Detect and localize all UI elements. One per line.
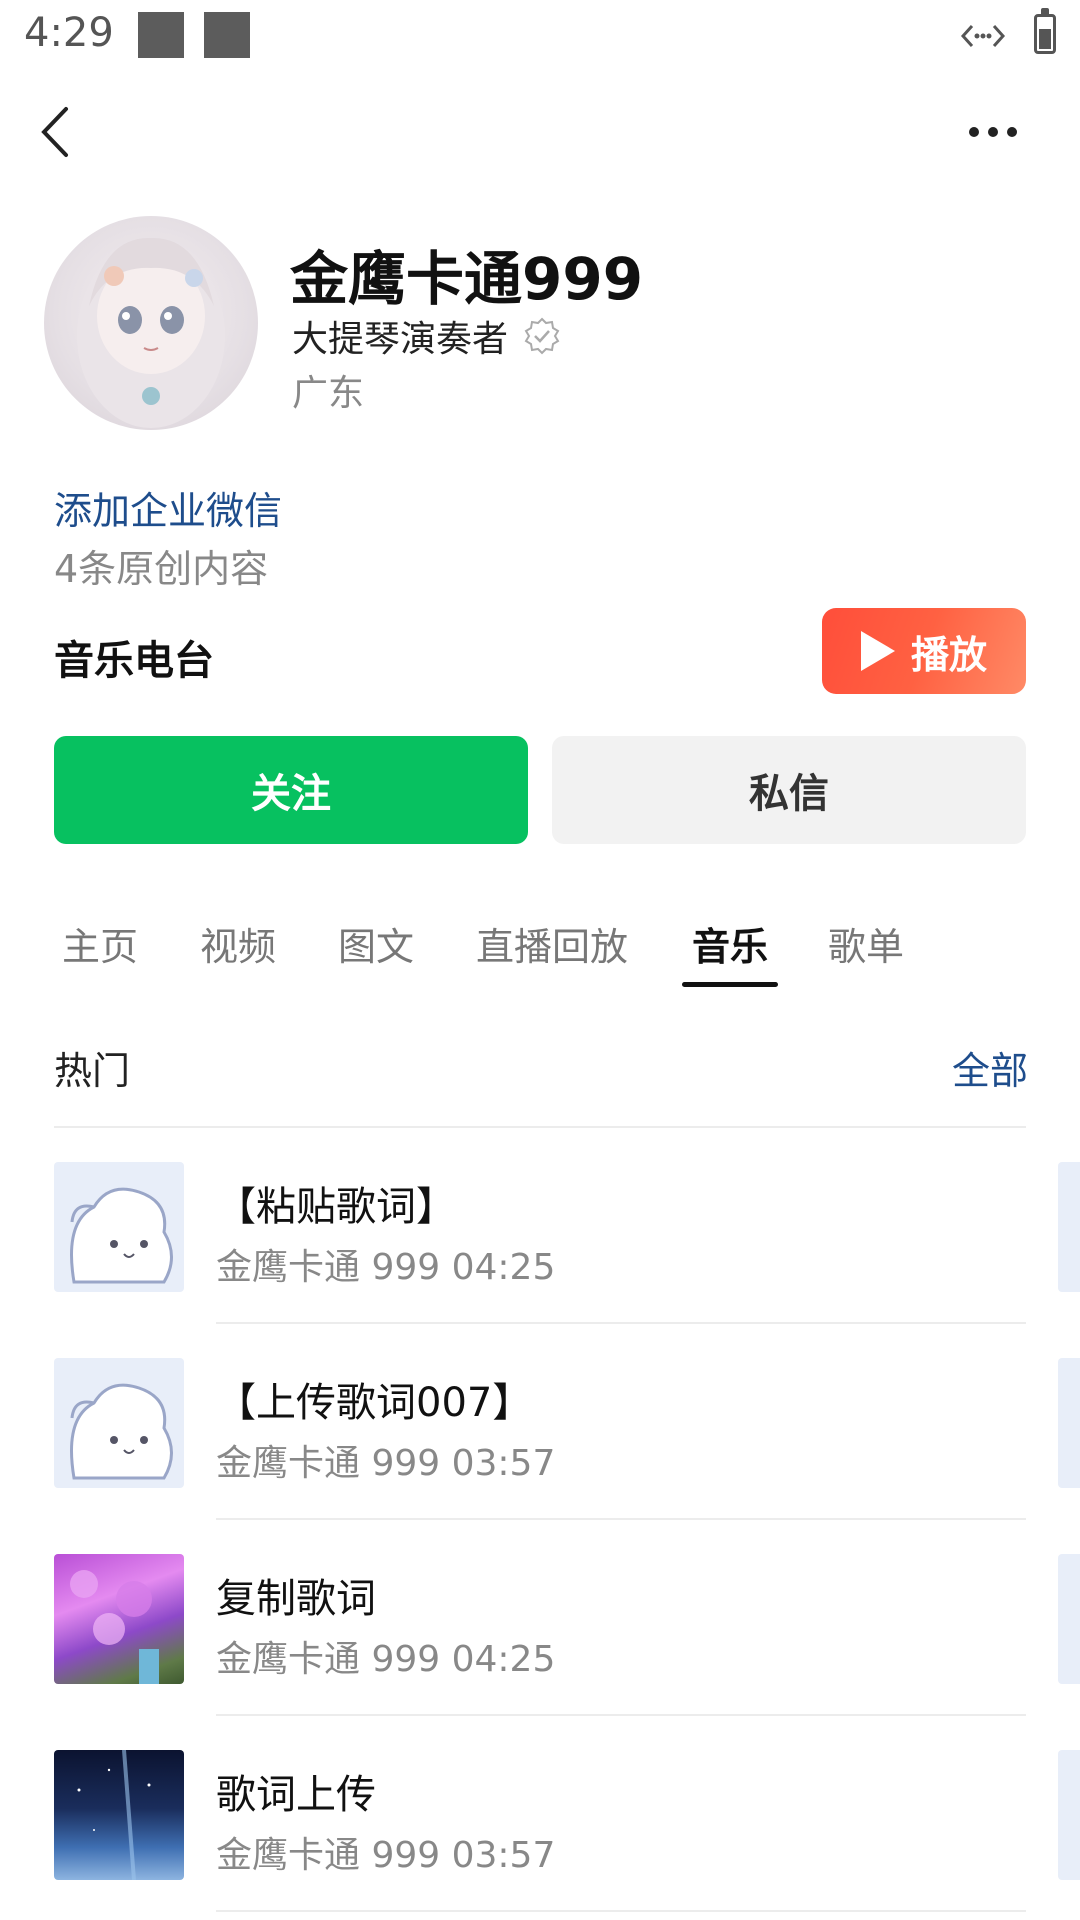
original-content-count: 4条原创内容 [54,547,269,591]
tab-live-replay[interactable]: 直播回放 [476,916,628,971]
notification-icon [204,12,250,58]
profile-region: 广东 [292,373,365,414]
divider [216,1910,1026,1912]
add-wechat-link[interactable]: 添加企业微信 [54,480,282,535]
song-more-peek [1058,1358,1080,1488]
song-subtitle: 金鹰卡通 999 04:25 [216,1639,556,1680]
song-item[interactable]: 歌词上传 金鹰卡通 999 03:57 [0,1716,1080,1912]
profile-title-row: 大提琴演奏者 [292,310,562,362]
song-subtitle: 金鹰卡通 999 03:57 [216,1443,556,1484]
content-tabs: 主页 视频 图文 直播回放 音乐 歌单 [0,916,1080,987]
song-more-peek [1058,1162,1080,1292]
tab-music[interactable]: 音乐 [692,916,768,971]
follow-button[interactable]: 关注 [54,736,528,844]
back-button[interactable] [28,100,84,164]
tab-playlists[interactable]: 歌单 [828,916,904,971]
tab-posts[interactable]: 图文 [338,916,414,971]
data-transfer-icon [960,18,1006,58]
song-item[interactable]: 【粘贴歌词】 金鹰卡通 999 04:25 [0,1128,1080,1324]
music-radio-label: 音乐电台 [54,638,214,684]
song-title: 歌词上传 [216,1772,376,1818]
play-button[interactable]: 播放 [822,608,1026,694]
song-cover [54,1358,184,1488]
notification-icon [138,12,184,58]
song-subtitle: 金鹰卡通 999 03:57 [216,1835,556,1876]
profile-name: 金鹰卡通999 [290,245,644,313]
chevron-left-icon [41,107,68,157]
message-button[interactable]: 私信 [552,736,1026,844]
song-cover [54,1162,184,1292]
song-item[interactable]: 【上传歌词007】 金鹰卡通 999 03:57 [0,1324,1080,1520]
avatar-illustration [77,237,225,428]
song-more-peek [1058,1750,1080,1880]
avatar[interactable] [44,216,258,430]
song-cover [54,1554,184,1684]
more-dots-icon [969,127,1017,137]
song-subtitle: 金鹰卡通 999 04:25 [216,1247,556,1288]
song-title: 复制歌词 [216,1576,376,1622]
more-options-button[interactable] [960,100,1026,164]
play-button-label: 播放 [910,632,987,677]
verified-badge-icon [524,317,560,355]
play-icon [860,631,895,671]
view-all-link[interactable]: 全部 [952,1040,1028,1095]
song-more-peek [1058,1554,1080,1684]
tab-videos[interactable]: 视频 [200,916,276,971]
battery-icon [1034,8,1056,54]
song-title: 【粘贴歌词】 [216,1184,456,1230]
active-tab-indicator [682,982,778,987]
status-time: 4:29 [24,10,114,56]
song-title: 【上传歌词007】 [216,1380,533,1426]
song-cover [54,1750,184,1880]
song-item[interactable]: 复制歌词 金鹰卡通 999 04:25 [0,1520,1080,1716]
profile-title: 大提琴演奏者 [292,319,509,360]
section-hot-label: 热门 [54,1049,131,1093]
tab-home[interactable]: 主页 [62,916,138,971]
